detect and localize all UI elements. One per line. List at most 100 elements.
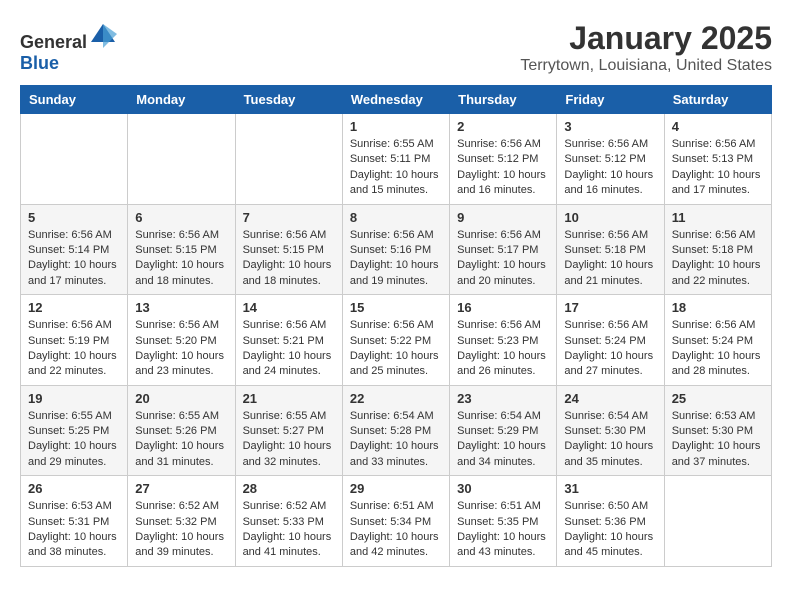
day-number: 9 xyxy=(457,210,549,225)
calendar-cell xyxy=(664,476,771,567)
sunset-text: Sunset: 5:16 PM xyxy=(350,244,431,256)
daylight-text: Daylight: 10 hours and 38 minutes. xyxy=(28,531,117,558)
day-number: 15 xyxy=(350,300,442,315)
calendar-week-row: 19 Sunrise: 6:55 AM Sunset: 5:25 PM Dayl… xyxy=(21,385,772,476)
sunrise-text: Sunrise: 6:54 AM xyxy=(457,410,541,422)
sunset-text: Sunset: 5:13 PM xyxy=(672,153,753,165)
day-number: 1 xyxy=(350,119,442,134)
cell-content: Sunrise: 6:51 AM Sunset: 5:35 PM Dayligh… xyxy=(457,499,549,561)
day-number: 11 xyxy=(672,210,764,225)
cell-content: Sunrise: 6:54 AM Sunset: 5:30 PM Dayligh… xyxy=(564,409,656,471)
calendar-cell: 24 Sunrise: 6:54 AM Sunset: 5:30 PM Dayl… xyxy=(557,385,664,476)
sunset-text: Sunset: 5:22 PM xyxy=(350,335,431,347)
daylight-text: Daylight: 10 hours and 21 minutes. xyxy=(564,259,653,286)
sunrise-text: Sunrise: 6:56 AM xyxy=(135,319,219,331)
sunset-text: Sunset: 5:32 PM xyxy=(135,516,216,528)
sunset-text: Sunset: 5:36 PM xyxy=(564,516,645,528)
logo-icon xyxy=(89,20,117,48)
calendar-cell: 14 Sunrise: 6:56 AM Sunset: 5:21 PM Dayl… xyxy=(235,295,342,386)
sunrise-text: Sunrise: 6:56 AM xyxy=(350,229,434,241)
day-number: 14 xyxy=(243,300,335,315)
daylight-text: Daylight: 10 hours and 25 minutes. xyxy=(350,350,439,377)
sunrise-text: Sunrise: 6:51 AM xyxy=(350,500,434,512)
logo: General Blue xyxy=(20,20,117,74)
day-number: 4 xyxy=(672,119,764,134)
sunset-text: Sunset: 5:26 PM xyxy=(135,425,216,437)
month-title: January 2025 xyxy=(520,20,772,57)
weekday-header: Sunday xyxy=(21,86,128,114)
daylight-text: Daylight: 10 hours and 17 minutes. xyxy=(672,169,761,196)
calendar-cell: 10 Sunrise: 6:56 AM Sunset: 5:18 PM Dayl… xyxy=(557,204,664,295)
sunset-text: Sunset: 5:20 PM xyxy=(135,335,216,347)
sunset-text: Sunset: 5:11 PM xyxy=(350,153,431,165)
sunrise-text: Sunrise: 6:53 AM xyxy=(672,410,756,422)
sunset-text: Sunset: 5:14 PM xyxy=(28,244,109,256)
day-number: 7 xyxy=(243,210,335,225)
sunrise-text: Sunrise: 6:55 AM xyxy=(28,410,112,422)
day-number: 22 xyxy=(350,391,442,406)
cell-content: Sunrise: 6:56 AM Sunset: 5:21 PM Dayligh… xyxy=(243,318,335,380)
day-number: 23 xyxy=(457,391,549,406)
day-number: 29 xyxy=(350,481,442,496)
daylight-text: Daylight: 10 hours and 23 minutes. xyxy=(135,350,224,377)
calendar-cell: 8 Sunrise: 6:56 AM Sunset: 5:16 PM Dayli… xyxy=(342,204,449,295)
page-header: General Blue January 2025 Terrytown, Lou… xyxy=(20,20,772,75)
sunrise-text: Sunrise: 6:56 AM xyxy=(564,229,648,241)
cell-content: Sunrise: 6:56 AM Sunset: 5:16 PM Dayligh… xyxy=(350,228,442,290)
calendar-cell: 5 Sunrise: 6:56 AM Sunset: 5:14 PM Dayli… xyxy=(21,204,128,295)
cell-content: Sunrise: 6:54 AM Sunset: 5:29 PM Dayligh… xyxy=(457,409,549,471)
cell-content: Sunrise: 6:55 AM Sunset: 5:26 PM Dayligh… xyxy=(135,409,227,471)
day-number: 2 xyxy=(457,119,549,134)
calendar-cell xyxy=(235,114,342,205)
calendar-cell: 29 Sunrise: 6:51 AM Sunset: 5:34 PM Dayl… xyxy=(342,476,449,567)
calendar-cell: 27 Sunrise: 6:52 AM Sunset: 5:32 PM Dayl… xyxy=(128,476,235,567)
cell-content: Sunrise: 6:53 AM Sunset: 5:31 PM Dayligh… xyxy=(28,499,120,561)
sunrise-text: Sunrise: 6:50 AM xyxy=(564,500,648,512)
cell-content: Sunrise: 6:56 AM Sunset: 5:12 PM Dayligh… xyxy=(564,137,656,199)
sunset-text: Sunset: 5:24 PM xyxy=(672,335,753,347)
calendar-cell: 3 Sunrise: 6:56 AM Sunset: 5:12 PM Dayli… xyxy=(557,114,664,205)
weekday-header: Thursday xyxy=(450,86,557,114)
calendar-cell: 7 Sunrise: 6:56 AM Sunset: 5:15 PM Dayli… xyxy=(235,204,342,295)
daylight-text: Daylight: 10 hours and 18 minutes. xyxy=(243,259,332,286)
cell-content: Sunrise: 6:52 AM Sunset: 5:33 PM Dayligh… xyxy=(243,499,335,561)
day-number: 8 xyxy=(350,210,442,225)
cell-content: Sunrise: 6:56 AM Sunset: 5:19 PM Dayligh… xyxy=(28,318,120,380)
location-title: Terrytown, Louisiana, United States xyxy=(520,57,772,75)
cell-content: Sunrise: 6:56 AM Sunset: 5:24 PM Dayligh… xyxy=(672,318,764,380)
daylight-text: Daylight: 10 hours and 15 minutes. xyxy=(350,169,439,196)
cell-content: Sunrise: 6:51 AM Sunset: 5:34 PM Dayligh… xyxy=(350,499,442,561)
cell-content: Sunrise: 6:55 AM Sunset: 5:27 PM Dayligh… xyxy=(243,409,335,471)
calendar-cell: 26 Sunrise: 6:53 AM Sunset: 5:31 PM Dayl… xyxy=(21,476,128,567)
daylight-text: Daylight: 10 hours and 35 minutes. xyxy=(564,440,653,467)
calendar-cell: 21 Sunrise: 6:55 AM Sunset: 5:27 PM Dayl… xyxy=(235,385,342,476)
day-number: 21 xyxy=(243,391,335,406)
daylight-text: Daylight: 10 hours and 32 minutes. xyxy=(243,440,332,467)
sunrise-text: Sunrise: 6:55 AM xyxy=(135,410,219,422)
sunrise-text: Sunrise: 6:54 AM xyxy=(564,410,648,422)
sunrise-text: Sunrise: 6:56 AM xyxy=(564,319,648,331)
sunrise-text: Sunrise: 6:56 AM xyxy=(672,138,756,150)
cell-content: Sunrise: 6:56 AM Sunset: 5:14 PM Dayligh… xyxy=(28,228,120,290)
day-number: 30 xyxy=(457,481,549,496)
cell-content: Sunrise: 6:56 AM Sunset: 5:17 PM Dayligh… xyxy=(457,228,549,290)
calendar-week-row: 1 Sunrise: 6:55 AM Sunset: 5:11 PM Dayli… xyxy=(21,114,772,205)
weekday-header: Monday xyxy=(128,86,235,114)
cell-content: Sunrise: 6:54 AM Sunset: 5:28 PM Dayligh… xyxy=(350,409,442,471)
calendar-cell: 30 Sunrise: 6:51 AM Sunset: 5:35 PM Dayl… xyxy=(450,476,557,567)
logo-general: General xyxy=(20,32,87,52)
daylight-text: Daylight: 10 hours and 37 minutes. xyxy=(672,440,761,467)
cell-content: Sunrise: 6:56 AM Sunset: 5:20 PM Dayligh… xyxy=(135,318,227,380)
day-number: 12 xyxy=(28,300,120,315)
daylight-text: Daylight: 10 hours and 19 minutes. xyxy=(350,259,439,286)
daylight-text: Daylight: 10 hours and 39 minutes. xyxy=(135,531,224,558)
daylight-text: Daylight: 10 hours and 27 minutes. xyxy=(564,350,653,377)
day-number: 25 xyxy=(672,391,764,406)
day-number: 3 xyxy=(564,119,656,134)
sunset-text: Sunset: 5:17 PM xyxy=(457,244,538,256)
daylight-text: Daylight: 10 hours and 22 minutes. xyxy=(672,259,761,286)
cell-content: Sunrise: 6:56 AM Sunset: 5:15 PM Dayligh… xyxy=(135,228,227,290)
sunset-text: Sunset: 5:21 PM xyxy=(243,335,324,347)
cell-content: Sunrise: 6:56 AM Sunset: 5:13 PM Dayligh… xyxy=(672,137,764,199)
calendar-cell: 6 Sunrise: 6:56 AM Sunset: 5:15 PM Dayli… xyxy=(128,204,235,295)
